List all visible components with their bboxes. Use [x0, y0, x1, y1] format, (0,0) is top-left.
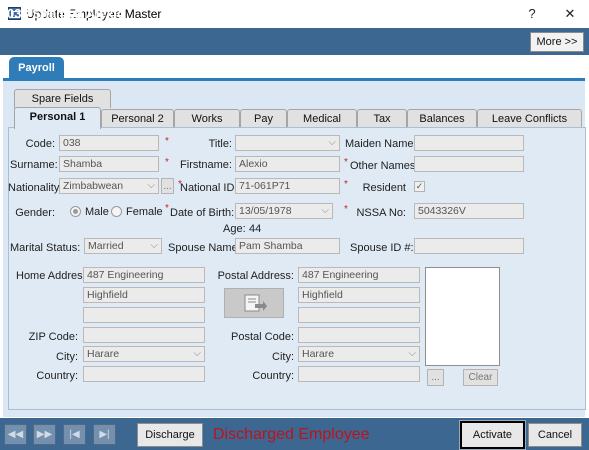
copy-address-button[interactable] — [224, 288, 284, 318]
required-marker: * — [165, 157, 169, 168]
city-dropdown[interactable]: Harare — [83, 346, 205, 362]
tab-medical[interactable]: Medical — [287, 109, 357, 128]
nav-first-button[interactable]: |◀ — [63, 424, 86, 445]
country-field[interactable] — [83, 366, 205, 382]
city-label: City: — [56, 351, 78, 363]
required-marker: * — [344, 179, 348, 190]
employee-header — [0, 28, 589, 55]
postal-address-line2[interactable]: Highfield — [298, 287, 420, 303]
nssa-label: NSSA No: — [356, 207, 406, 219]
spouse-name-label: Spouse Name: — [168, 242, 241, 254]
close-icon[interactable]: ✕ — [558, 4, 582, 24]
gender-male-label: Male — [85, 206, 109, 218]
tab-works[interactable]: Works — [174, 109, 240, 128]
spouse-id-field[interactable] — [414, 238, 524, 254]
postal-address-line3[interactable] — [298, 307, 420, 323]
postal-country-label: Country: — [252, 370, 294, 382]
cancel-button[interactable]: Cancel — [528, 423, 582, 447]
photo-clear-button[interactable]: Clear — [463, 369, 498, 386]
home-address-label: Home Address: — [16, 270, 92, 282]
discharge-button[interactable]: Discharge — [137, 423, 203, 447]
national-id-field[interactable]: 71-061P71 — [235, 178, 340, 194]
nationality-lookup-button[interactable]: ... — [161, 178, 174, 194]
home-address-line2[interactable]: Highfield — [83, 287, 205, 303]
more-button[interactable]: More >> — [530, 32, 584, 52]
surname-label: Surname: — [10, 159, 58, 171]
title-label: Title: — [208, 138, 232, 150]
tab-personal-2[interactable]: Personal 2 — [101, 109, 174, 128]
zip-code-field[interactable] — [83, 327, 205, 343]
postal-country-field[interactable] — [298, 366, 420, 382]
resident-label: Resident — [362, 182, 406, 194]
help-button[interactable]: ? — [520, 4, 544, 24]
postal-address-label: Postal Address: — [217, 270, 294, 282]
nationality-dropdown[interactable]: Zimbabwean — [59, 178, 159, 194]
nav-prev-fast-button[interactable]: ◀◀ — [4, 424, 27, 445]
spouse-name-field[interactable]: Pam Shamba — [235, 238, 340, 254]
other-names-field[interactable] — [414, 156, 524, 172]
nav-next-fast-button[interactable]: ▶▶ — [33, 424, 56, 445]
copy-address-icon — [244, 294, 267, 312]
home-address-line3[interactable] — [83, 307, 205, 323]
spouse-id-label: Spouse ID #: — [350, 242, 414, 254]
required-marker: * — [344, 157, 348, 168]
code-field[interactable]: 038 — [59, 135, 159, 151]
firstname-field[interactable]: Alexio — [235, 156, 340, 172]
tab-balances[interactable]: Balances — [407, 109, 477, 128]
employee-photo[interactable] — [425, 267, 500, 366]
activate-button[interactable]: Activate — [459, 420, 526, 450]
tab-spare-fields[interactable]: Spare Fields — [14, 89, 111, 108]
postal-code-label: Postal Code: — [231, 331, 294, 343]
gender-female-label: Female — [126, 206, 163, 218]
tab-personal-1[interactable]: Personal 1 — [14, 107, 101, 129]
other-names-label: Other Names: — [350, 160, 419, 172]
photo-browse-button[interactable]: ... — [427, 369, 444, 386]
nationality-label: Nationality — [8, 182, 60, 194]
postal-address-line1[interactable]: 487 Engineering — [298, 267, 420, 283]
gender-male-radio[interactable] — [70, 206, 81, 217]
national-id-label: National ID: — [180, 182, 238, 194]
age-label: Age: — [223, 223, 246, 235]
tab-tax[interactable]: Tax — [357, 109, 407, 128]
postal-code-field[interactable] — [298, 327, 420, 343]
maiden-name-label: Maiden Name: — [345, 138, 417, 150]
resident-checkbox[interactable]: ✓ — [414, 181, 425, 192]
required-marker: * — [165, 203, 169, 214]
dob-label: Date of Birth: — [170, 207, 235, 219]
required-marker: * — [165, 136, 169, 147]
tab-pay[interactable]: Pay — [240, 109, 287, 128]
country-label: Country: — [36, 370, 78, 382]
home-address-line1[interactable]: 487 Engineering — [83, 267, 205, 283]
nav-last-button[interactable]: ▶| — [93, 424, 116, 445]
gender-female-radio[interactable] — [111, 206, 122, 217]
tab-leave-conflicts[interactable]: Leave Conflicts — [477, 109, 582, 128]
zip-code-label: ZIP Code: — [28, 331, 78, 343]
code-label: Code: — [25, 138, 55, 150]
firstname-label: Firstname: — [180, 159, 232, 171]
nssa-field[interactable]: 5043326V — [414, 203, 524, 219]
surname-field[interactable]: Shamba — [59, 156, 159, 172]
required-marker: * — [344, 204, 348, 215]
maiden-name-field[interactable] — [414, 135, 524, 151]
marital-status-label: Marital Status: — [10, 242, 81, 254]
employee-title: 038 Shamba Alexio — [7, 6, 126, 21]
title-dropdown[interactable] — [235, 135, 340, 151]
top-tab-strip — [0, 55, 589, 77]
age-value: 44 — [249, 223, 262, 235]
dob-picker[interactable]: 13/05/1978 — [235, 203, 333, 219]
postal-city-label: City: — [272, 351, 294, 363]
marital-status-dropdown[interactable]: Married — [84, 238, 162, 254]
postal-city-dropdown[interactable]: Harare — [298, 346, 420, 362]
gender-label: Gender: — [15, 207, 55, 219]
discharged-status: Discharged Employee — [213, 426, 370, 443]
